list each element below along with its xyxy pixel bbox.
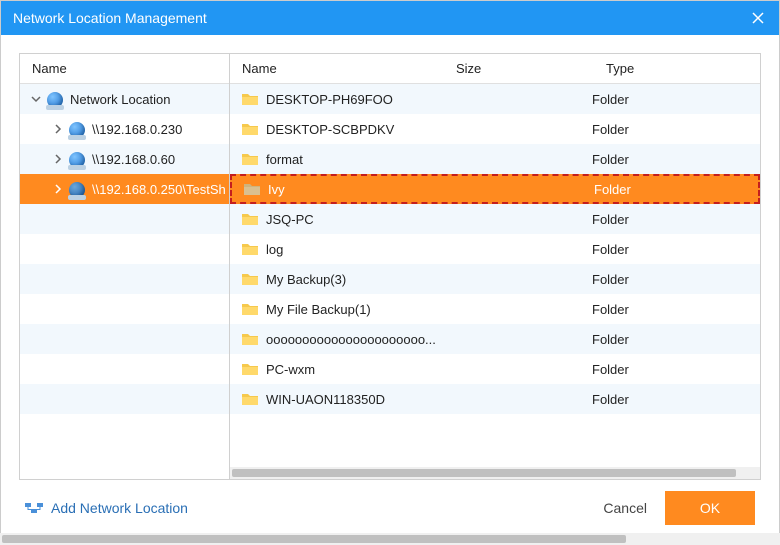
file-name: format: [262, 152, 442, 167]
folder-icon: [238, 242, 262, 256]
file-scrollbar-h[interactable]: [230, 467, 760, 479]
tree-row-empty: [20, 414, 229, 444]
add-network-location-label: Add Network Location: [51, 500, 188, 516]
file-type: Folder: [592, 302, 760, 317]
tree-item-label: \\192.168.0.230: [92, 122, 229, 137]
file-type: Folder: [592, 362, 760, 377]
tree-row-empty: [20, 264, 229, 294]
tree-row[interactable]: Network Location: [20, 84, 229, 114]
content-area: Name Network Location \\192.168.0.230 \\19…: [1, 35, 779, 544]
tree-row-empty: [20, 234, 229, 264]
file-panel: Name Size Type DESKTOP-PH69FOOFolderDESK…: [230, 54, 760, 479]
file-row-empty: [230, 414, 760, 444]
file-type: Folder: [592, 392, 760, 407]
col-size[interactable]: Size: [444, 61, 594, 76]
tree-row-empty: [20, 354, 229, 384]
tree-header: Name: [20, 54, 229, 84]
panels: Name Network Location \\192.168.0.230 \\19…: [19, 53, 761, 480]
file-row[interactable]: log Folder: [230, 234, 760, 264]
file-name: DESKTOP-SCBPDKV: [262, 122, 442, 137]
col-type[interactable]: Type: [594, 61, 760, 76]
add-network-location-button[interactable]: Add Network Location: [25, 500, 188, 516]
file-name: My File Backup(1): [262, 302, 442, 317]
folder-icon: [238, 302, 262, 316]
tree-row[interactable]: \\192.168.0.60: [20, 144, 229, 174]
folder-icon: [238, 212, 262, 226]
folder-icon: [238, 152, 262, 166]
folder-icon: [238, 362, 262, 376]
chevron-right-icon[interactable]: [50, 151, 66, 167]
file-row[interactable]: oooooooooooooooooooooo... Folder: [230, 324, 760, 354]
tree-row-empty: [20, 324, 229, 354]
network-icon: [46, 90, 64, 108]
file-row[interactable]: format Folder: [230, 144, 760, 174]
add-network-icon: [25, 501, 43, 515]
file-list[interactable]: DESKTOP-PH69FOO Folder DESKTOP-SCBPDKV Fold…: [230, 84, 760, 479]
folder-icon: [238, 92, 262, 106]
chevron-right-icon[interactable]: [50, 181, 66, 197]
file-row[interactable]: JSQ-PC Folder: [230, 204, 760, 234]
file-type: Folder: [592, 122, 760, 137]
file-type: Folder: [592, 242, 760, 257]
file-type: Folder: [592, 152, 760, 167]
file-row[interactable]: PC-wxm Folder: [230, 354, 760, 384]
tree-item-label: \\192.168.0.250\TestSh: [92, 182, 229, 197]
file-header: Name Size Type: [230, 54, 760, 84]
window-title: Network Location Management: [13, 10, 749, 26]
chevron-down-icon[interactable]: [28, 91, 44, 107]
file-row[interactable]: Ivy Folder: [230, 174, 760, 204]
file-name: Ivy: [264, 182, 444, 197]
folder-icon: [238, 392, 262, 406]
file-name: JSQ-PC: [262, 212, 442, 227]
file-row[interactable]: My File Backup(1) Folder: [230, 294, 760, 324]
cancel-button[interactable]: Cancel: [603, 500, 647, 516]
footer: Add Network Location Cancel OK: [19, 480, 761, 536]
tree-scrollbar-h[interactable]: [0, 533, 780, 545]
file-type: Folder: [592, 212, 760, 227]
folder-icon: [238, 332, 262, 346]
file-row[interactable]: DESKTOP-SCBPDKV Folder: [230, 114, 760, 144]
ok-button[interactable]: OK: [665, 491, 755, 525]
tree-row-empty: [20, 384, 229, 414]
scrollbar-thumb[interactable]: [2, 535, 626, 543]
network-icon: [68, 150, 86, 168]
titlebar: Network Location Management: [1, 1, 779, 35]
folder-icon: [238, 122, 262, 136]
chevron-right-icon[interactable]: [50, 121, 66, 137]
close-icon: [751, 11, 765, 25]
file-type: Folder: [592, 92, 760, 107]
file-row[interactable]: DESKTOP-PH69FOO Folder: [230, 84, 760, 114]
tree-panel: Name Network Location \\192.168.0.230 \\19…: [20, 54, 230, 479]
network-icon: [68, 180, 86, 198]
file-row[interactable]: My Backup(3) Folder: [230, 264, 760, 294]
file-name: DESKTOP-PH69FOO: [262, 92, 442, 107]
tree-item-label: \\192.168.0.60: [92, 152, 229, 167]
file-name: My Backup(3): [262, 272, 442, 287]
file-name: WIN-UAON118350D: [262, 392, 442, 407]
close-button[interactable]: [749, 9, 767, 27]
file-name: PC-wxm: [262, 362, 442, 377]
scrollbar-thumb[interactable]: [232, 469, 736, 477]
file-type: Folder: [594, 182, 758, 197]
tree[interactable]: Network Location \\192.168.0.230 \\192.168…: [20, 84, 229, 479]
tree-row-empty: [20, 204, 229, 234]
tree-row-empty: [20, 294, 229, 324]
file-row[interactable]: WIN-UAON118350D Folder: [230, 384, 760, 414]
file-name: log: [262, 242, 442, 257]
file-type: Folder: [592, 272, 760, 287]
col-name[interactable]: Name: [230, 61, 444, 76]
file-name: oooooooooooooooooooooo...: [262, 332, 442, 347]
folder-icon: [240, 182, 264, 196]
network-icon: [68, 120, 86, 138]
tree-row[interactable]: \\192.168.0.230: [20, 114, 229, 144]
tree-item-label: Network Location: [70, 92, 229, 107]
folder-icon: [238, 272, 262, 286]
tree-row[interactable]: \\192.168.0.250\TestSh: [20, 174, 229, 204]
tree-header-name: Name: [20, 61, 229, 76]
file-type: Folder: [592, 332, 760, 347]
